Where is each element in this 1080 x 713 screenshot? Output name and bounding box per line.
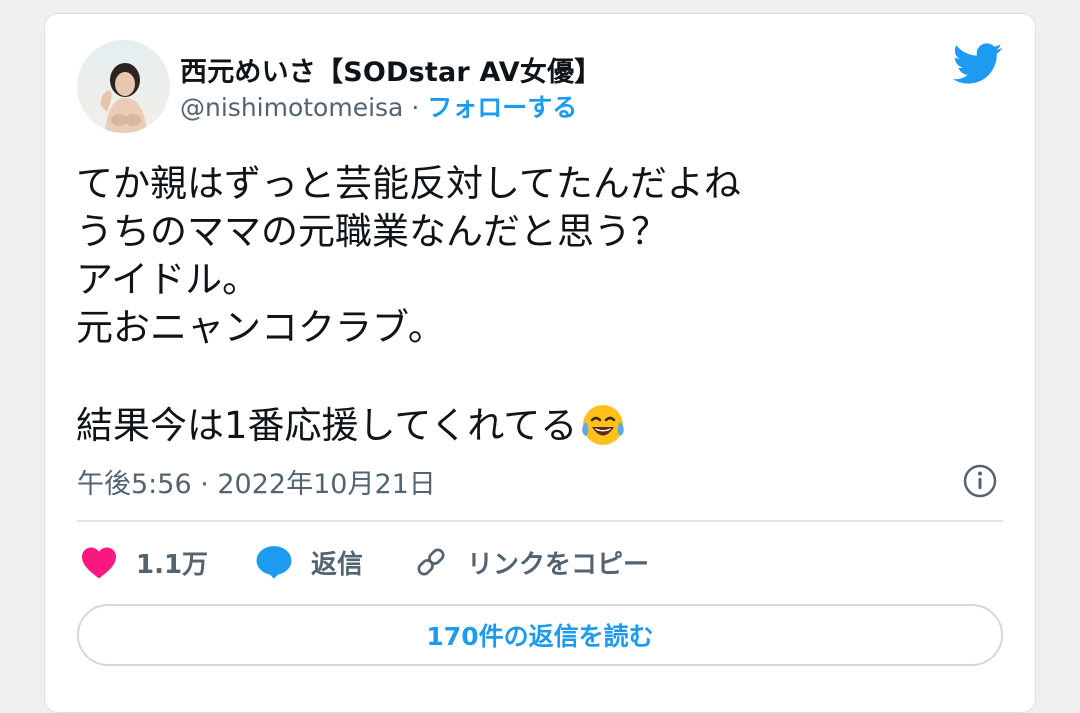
display-name[interactable]: 西元めいさ【SODstar AV女優】 bbox=[180, 50, 601, 89]
tweet-text: てか親はずっと芸能反対してたんだよね うちのママの元職業なんだと思う？ アイドル… bbox=[76, 160, 956, 450]
tweet-timestamp[interactable]: 午後5:56 · 2022年10月21日 bbox=[77, 462, 436, 501]
handle-row: @nishimotomeisa · フォローする bbox=[180, 88, 577, 124]
info-icon[interactable] bbox=[962, 463, 998, 499]
twitter-bird-icon[interactable] bbox=[953, 43, 1003, 85]
reply-label: 返信 bbox=[311, 549, 364, 580]
read-replies-button[interactable]: 170件の返信を読む bbox=[77, 604, 1003, 666]
like-button[interactable]: 1.1万 bbox=[80, 540, 208, 584]
tweet-body: てか親はずっと芸能反対してたんだよね うちのママの元職業なんだと思う？ アイドル… bbox=[76, 162, 741, 447]
separator-dot: · bbox=[411, 93, 420, 122]
copy-link-label: リンクをコピー bbox=[467, 549, 650, 580]
face-with-tears-of-joy-icon bbox=[582, 405, 624, 445]
avatar[interactable] bbox=[77, 40, 170, 133]
reply-bubble-icon bbox=[256, 546, 292, 579]
user-handle[interactable]: @nishimotomeisa bbox=[180, 93, 403, 122]
like-count: 1.1万 bbox=[136, 549, 209, 580]
copy-link-button[interactable]: リンクをコピー bbox=[413, 540, 649, 584]
divider bbox=[77, 520, 1003, 522]
follow-button[interactable]: フォローする bbox=[427, 93, 577, 122]
read-replies-label: 170件の返信を読む bbox=[426, 622, 654, 651]
link-icon bbox=[417, 548, 445, 576]
reply-button[interactable]: 返信 bbox=[255, 540, 363, 584]
heart-icon bbox=[82, 547, 116, 579]
